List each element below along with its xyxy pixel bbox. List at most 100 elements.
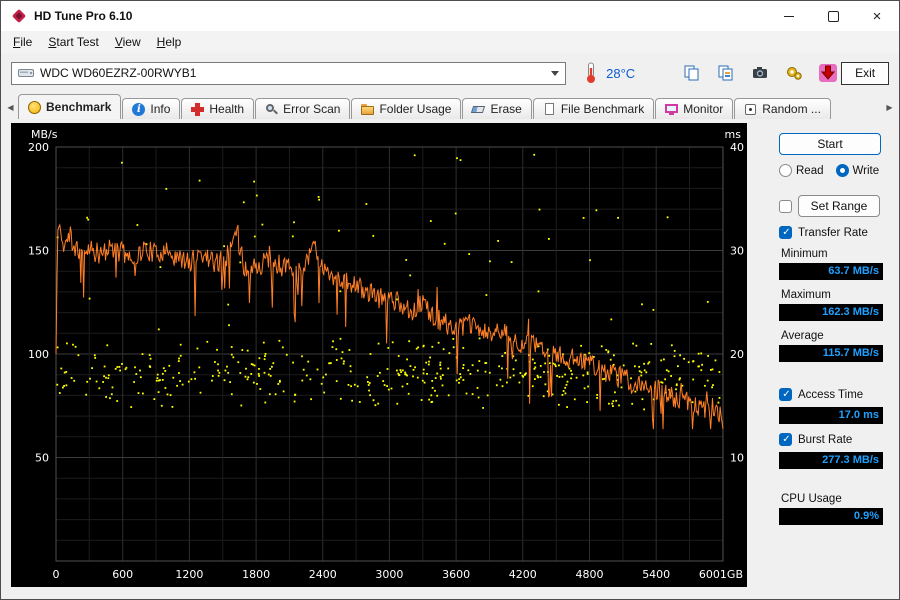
random-icon <box>744 103 757 116</box>
minimize-button[interactable] <box>767 1 811 31</box>
camera-icon <box>751 64 769 82</box>
svg-text:600: 600 <box>112 568 133 581</box>
read-radio-circle[interactable] <box>779 164 792 177</box>
minimize-icon <box>784 15 794 17</box>
titlebar: HD Tune Pro 6.10 × <box>1 1 899 31</box>
cpu-usage-value: 0.9% <box>779 508 883 525</box>
tab-erase[interactable]: Erase <box>462 98 532 119</box>
tabs-strip: Benchmark Info Health Error Scan Folder Usag… <box>18 93 882 119</box>
toolbar: WDC WD60EZRZ-00RWYB1 28°C Exit <box>1 53 899 93</box>
copy-button[interactable] <box>679 60 705 86</box>
tab-random[interactable]: Random ... <box>734 98 831 119</box>
burst-rate-label: Burst Rate <box>798 433 853 446</box>
tab-scroll-left-button[interactable]: ◀ <box>3 98 18 116</box>
maximize-button[interactable] <box>811 1 855 31</box>
info-icon <box>132 102 146 116</box>
tab-error-scan[interactable]: Error Scan <box>255 98 351 119</box>
maximum-value: 162.3 MB/s <box>779 304 883 321</box>
average-label: Average <box>781 330 824 342</box>
toolbar-buttons <box>679 60 841 86</box>
tab-folder-usage[interactable]: Folder Usage <box>351 98 462 119</box>
svg-text:1800: 1800 <box>242 568 270 581</box>
svg-text:2400: 2400 <box>309 568 337 581</box>
transfer-rate-checkbox[interactable] <box>779 226 793 240</box>
menu-view[interactable]: View <box>107 33 149 51</box>
access-time-checkbox[interactable] <box>779 388 793 402</box>
read-write-toggle: Read Write <box>779 164 895 177</box>
drive-name: WDC WD60EZRZ-00RWYB1 <box>40 66 197 80</box>
tab-info[interactable]: Info <box>122 98 181 119</box>
read-radio-label: Read <box>796 164 824 177</box>
minimum-value: 63.7 MB/s <box>779 263 883 280</box>
svg-text:0: 0 <box>53 568 60 581</box>
transfer-rate-label: Transfer Rate <box>798 226 868 239</box>
hdtune-window: HD Tune Pro 6.10 × File Start Test View Hel… <box>0 0 900 600</box>
drive-selector[interactable]: WDC WD60EZRZ-00RWYB1 <box>11 61 567 85</box>
svg-text:10: 10 <box>730 452 744 465</box>
svg-text:40: 40 <box>730 141 744 154</box>
tab-label: File Benchmark <box>560 102 645 116</box>
menu-start-test[interactable]: Start Test <box>40 33 106 51</box>
screenshot-button[interactable] <box>747 60 773 86</box>
close-icon: × <box>872 7 882 25</box>
settings-button[interactable] <box>781 60 807 86</box>
copy-image-icon <box>717 64 735 82</box>
tab-health[interactable]: Health <box>181 98 255 119</box>
dropdown-arrow-icon[interactable] <box>551 70 560 76</box>
transfer-rate-row: Transfer Rate <box>779 226 895 240</box>
error-scan-icon <box>265 103 278 116</box>
read-radio[interactable]: Read <box>779 164 824 177</box>
tab-file-benchmark[interactable]: File Benchmark <box>532 98 655 119</box>
set-range-button[interactable]: Set Range <box>798 195 880 217</box>
svg-text:ms: ms <box>725 128 742 141</box>
svg-text:30: 30 <box>730 245 744 258</box>
tab-label: Monitor <box>683 102 724 116</box>
write-radio-label: Write <box>852 164 880 177</box>
file-benchmark-icon <box>543 102 556 116</box>
svg-text:50: 50 <box>35 452 49 465</box>
average-value: 115.7 MB/s <box>779 345 883 362</box>
burst-rate-value: 277.3 MB/s <box>779 452 883 469</box>
benchmark-sidebar: Start Read Write Set Range Transfer Rate <box>767 127 895 525</box>
save-results-button[interactable] <box>815 60 841 86</box>
svg-text:1200: 1200 <box>175 568 203 581</box>
left-arrow-icon: ◀ <box>7 102 14 112</box>
drive-icon <box>18 67 34 79</box>
maximize-icon <box>827 10 839 22</box>
app-icon <box>11 8 27 24</box>
svg-text:6001GB: 6001GB <box>699 568 743 581</box>
set-range-checkbox[interactable] <box>779 199 792 213</box>
tab-monitor[interactable]: Monitor <box>655 98 734 119</box>
tab-scroll-right-button[interactable]: ▶ <box>882 98 897 116</box>
tab-bar: ◀ Benchmark Info Health Error Scan Folder Us… <box>1 93 899 119</box>
start-button[interactable]: Start <box>779 133 881 155</box>
tab-label: Erase <box>490 102 522 116</box>
write-radio-circle[interactable] <box>835 164 849 177</box>
svg-text:20: 20 <box>730 348 744 361</box>
benchmark-plot: MB/s ms20015010050403020100 600 1200 1800 240… <box>28 128 744 581</box>
menu-file[interactable]: File <box>5 33 40 51</box>
burst-rate-checkbox[interactable] <box>779 433 793 447</box>
exit-button[interactable]: Exit <box>841 61 889 85</box>
menubar: File Start Test View Help <box>1 31 899 53</box>
menu-help[interactable]: Help <box>149 33 190 51</box>
access-time-row: Access Time <box>779 388 895 402</box>
benchmark-page: MB/s ms 200 150 100 50 40 30 20 10 0 600 1200 1800 240… <box>1 119 899 599</box>
close-button[interactable]: × <box>855 1 899 31</box>
access-time-value: 17.0 ms <box>779 407 883 424</box>
monitor-icon <box>665 103 679 116</box>
write-radio[interactable]: Write <box>835 164 880 177</box>
benchmark-chart: MB/s ms 200 150 100 50 40 30 20 10 0 600 1200 1800 240… <box>11 123 747 587</box>
copy-image-button[interactable] <box>713 60 739 86</box>
folder-usage-icon <box>361 103 375 116</box>
thermometer-icon <box>585 62 597 84</box>
svg-text:200: 200 <box>28 141 49 154</box>
svg-text:4800: 4800 <box>576 568 604 581</box>
benchmark-icon <box>28 100 41 114</box>
temperature-button[interactable] <box>582 60 600 86</box>
gears-icon <box>785 64 803 82</box>
temperature-value: 28°C <box>606 65 636 81</box>
tab-benchmark[interactable]: Benchmark <box>18 94 122 119</box>
svg-text:3000: 3000 <box>375 568 403 581</box>
maximum-label: Maximum <box>781 289 831 301</box>
